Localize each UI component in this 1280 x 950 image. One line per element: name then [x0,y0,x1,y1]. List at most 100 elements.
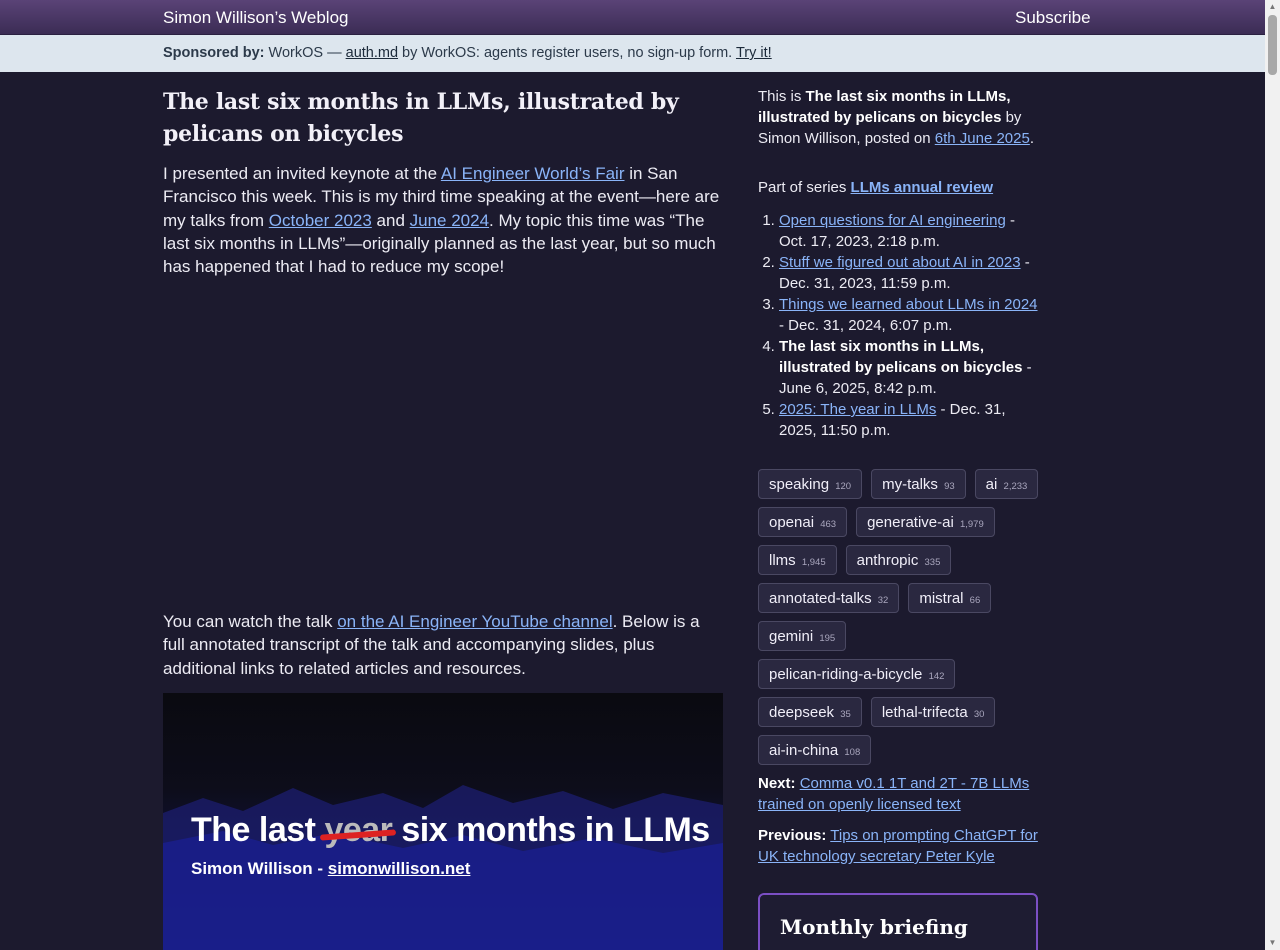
tag-name: generative-ai [867,514,954,531]
tag-ai-in-china[interactable]: ai-in-china 108 [758,735,872,765]
tag-count: 93 [944,481,955,492]
tag-annotated-talks[interactable]: annotated-talks 32 [758,583,900,613]
series-item: 2025: The year in LLMs - Dec. 31, 2025, … [779,399,1040,441]
tag-mistral[interactable]: mistral 66 [908,583,992,613]
subscribe-link[interactable]: Subscribe [1015,8,1091,28]
post-meta: This is The last six months in LLMs, ill… [758,86,1040,149]
text: Part of series [758,179,851,196]
tag-count: 195 [819,633,836,644]
tag-generative-ai[interactable]: generative-ai 1,979 [856,507,995,537]
slide-website: simonwillison.net [327,859,471,878]
tag-count: 2,233 [1003,481,1028,492]
sponsor-cta-link[interactable]: Try it! [736,45,772,61]
tag-list: speaking 120 my-talks 93 ai 2,233 openai… [758,469,1040,765]
sponsor-text-after: by WorkOS: agents register users, no sig… [398,45,736,61]
site-title-link[interactable]: Simon Willison’s Weblog [163,8,349,28]
series-item-current: The last six months in LLMs, illustrated… [779,336,1040,399]
sponsor-label: Sponsored by: [163,45,265,61]
tag-name: speaking [769,476,830,493]
watch-paragraph: You can watch the talk on the AI Enginee… [163,610,723,680]
tag-name: llms [769,552,796,569]
october-2023-link[interactable]: October 2023 [269,211,372,230]
tag-name: gemini [769,628,814,645]
tag-count: 463 [820,519,837,530]
tag-count: 142 [928,671,945,682]
tag-count: 1,945 [801,557,826,568]
series-link[interactable]: LLMs annual review [851,179,994,196]
site-header: Simon Willison’s Weblog Subscribe [0,0,1265,35]
tag-openai[interactable]: openai 463 [758,507,848,537]
post-date-link[interactable]: 6th June 2025 [935,130,1030,147]
monthly-briefing-box: Monthly briefing [758,893,1038,950]
page-title: The last six months in LLMs, illustrated… [163,89,679,147]
tag-ai[interactable]: ai 2,233 [974,469,1039,499]
tag-name: mistral [919,590,964,607]
tag-count: 35 [840,709,851,720]
scroll-down-arrow-icon[interactable]: ▼ [1265,936,1280,950]
sponsor-link[interactable]: auth.md [346,45,398,61]
tag-llms[interactable]: llms 1,945 [758,545,837,575]
monthly-briefing-title: Monthly briefing [780,915,968,939]
tag-count: 108 [844,747,861,758]
slide-title: The last year six months in LLMs [191,811,710,850]
tag-gemini[interactable]: gemini 195 [758,621,847,651]
previous-label: Previous: [758,827,827,844]
tag-speaking[interactable]: speaking 120 [758,469,863,499]
june-2024-link[interactable]: June 2024 [410,211,489,230]
ai-engineer-worlds-fair-link[interactable]: AI Engineer World’s Fair [441,164,625,183]
tag-count: 1,979 [959,519,984,530]
series-item-current-title: The last six months in LLMs, illustrated… [779,338,1023,376]
tag-name: ai [985,476,998,493]
scrollbar-thumb[interactable] [1268,15,1277,75]
text: six months in LLMs [392,811,710,849]
next-label: Next: [758,775,796,792]
text: . [1029,130,1035,147]
sponsor-banner: Sponsored by: WorkOS — auth.md by WorkOS… [0,35,1265,72]
tag-name: deepseek [769,704,835,721]
intro-paragraph: I presented an invited keynote at the AI… [163,162,723,278]
article: The last six months in LLMs, illustrated… [163,86,723,278]
series-item-link[interactable]: Open questions for AI engineering [779,212,1006,229]
title-slide-image: The last year six months in LLMs Simon W… [163,693,723,950]
tag-pelican-riding-a-bicycle[interactable]: pelican-riding-a-bicycle 142 [758,659,956,689]
series-heading: Part of series LLMs annual review [758,177,1040,198]
text: I presented an invited keynote at the [163,164,441,183]
struck-word: year [324,811,393,849]
tag-deepseek[interactable]: deepseek 35 [758,697,862,727]
series-item: Stuff we figured out about AI in 2023 - … [779,252,1040,294]
tag-count: 32 [877,595,889,606]
tag-count: 30 [973,709,985,720]
tag-lethal-trifecta[interactable]: lethal-trifecta 30 [870,697,996,727]
series-item-link[interactable]: Things we learned about LLMs in 2024 [779,296,1038,313]
series-item-link[interactable]: 2025: The year in LLMs [779,401,936,418]
previous-post: Previous: Tips on prompting ChatGPT for … [758,825,1040,867]
sidebar: This is The last six months in LLMs, ill… [758,86,1040,867]
tag-count: 66 [969,595,981,606]
scroll-up-arrow-icon[interactable]: ▲ [1265,0,1280,14]
series-list: Open questions for AI engineering - Oct.… [758,210,1040,441]
series-item: Open questions for AI engineering - Oct.… [779,210,1040,252]
series-item-link[interactable]: Stuff we figured out about AI in 2023 [779,254,1021,271]
tag-name: my-talks [882,476,938,493]
tag-name: lethal-trifecta [881,704,968,721]
tag-name: pelican-riding-a-bicycle [769,666,923,683]
tag-anthropic[interactable]: anthropic 335 [845,545,952,575]
tag-name: ai-in-china [769,742,839,759]
tag-name: anthropic [856,552,919,569]
tag-count: 120 [835,481,852,492]
slide-subtitle: Simon Willison - simonwillison.net [191,859,470,879]
text: This is [758,88,806,105]
text: You can watch the talk [163,612,338,631]
text: The last [191,811,325,849]
youtube-channel-link[interactable]: on the AI Engineer YouTube channel [337,612,612,631]
tag-count: 335 [924,557,941,568]
tag-name: annotated-talks [769,590,872,607]
sponsor-text: WorkOS — [264,45,346,61]
next-post: Next: Comma v0.1 1T and 2T - 7B LLMs tra… [758,773,1040,815]
next-post-link[interactable]: Comma v0.1 1T and 2T - 7B LLMs trained o… [758,775,1029,813]
tag-my-talks[interactable]: my-talks 93 [871,469,966,499]
series-item: Things we learned about LLMs in 2024 - D… [779,294,1040,336]
tag-name: openai [769,514,815,531]
text: and [371,210,410,230]
scrollbar[interactable]: ▲ ▼ [1265,0,1280,950]
